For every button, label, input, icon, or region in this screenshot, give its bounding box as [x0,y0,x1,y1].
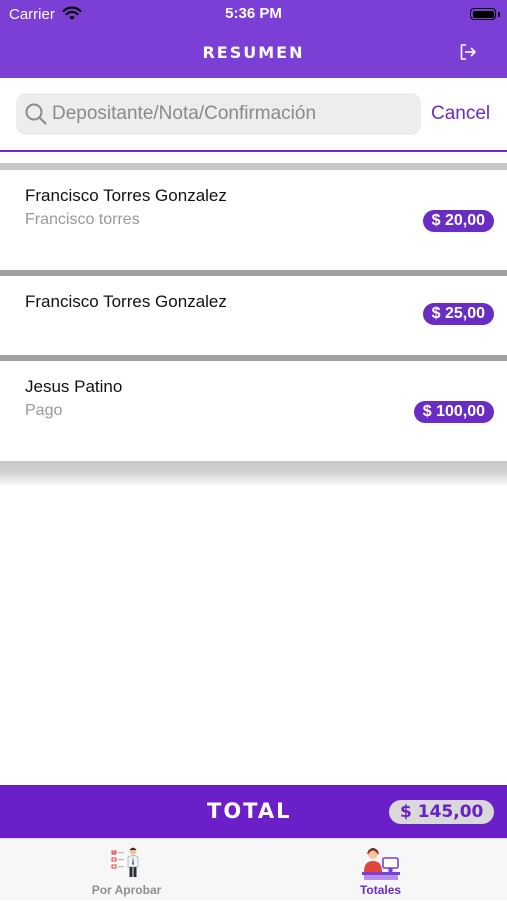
list-end-shadow [0,461,507,487]
logout-icon[interactable] [459,43,477,66]
list-item[interactable]: Francisco Torres Gonzalez Francisco torr… [0,170,507,270]
tab-bar: Por Aprobar Totales [0,838,507,900]
amount-badge: $ 25,00 [422,303,494,325]
battery-icon [470,8,496,20]
cancel-button[interactable]: Cancel [431,103,490,125]
list-item[interactable]: Francisco Torres Gonzalez $ 25,00 [0,276,507,355]
search-box[interactable] [16,93,421,135]
list-item[interactable]: Jesus Patino Pago $ 100,00 [0,361,507,461]
list-divider [0,152,507,170]
status-bar: Carrier 5:36 PM [0,0,507,30]
total-label: TOTAL [207,799,292,823]
deposit-list: Francisco Torres Gonzalez Francisco torr… [0,152,507,487]
tab-label: Totales [359,883,402,897]
depositor-name: Francisco Torres Gonzalez [25,292,227,311]
tab-label: Por Aprobar [91,883,162,897]
search-input[interactable] [52,93,414,135]
search-icon [24,102,48,131]
total-amount-badge: $ 145,00 [389,800,495,824]
page-title: RESUMEN [202,43,305,62]
deposit-note: Pago [25,402,63,419]
tab-por-aprobar[interactable]: Por Aprobar [0,839,253,901]
depositor-name: Jesus Patino [25,377,123,396]
tab-totales[interactable]: Totales [254,839,507,901]
deposit-note: Francisco torres [25,211,140,228]
status-time: 5:36 PM [225,5,282,22]
approver-checklist-icon [110,845,144,882]
battery-nub [498,12,500,17]
total-bar: TOTAL $ 145,00 [0,785,507,838]
depositor-name: Francisco Torres Gonzalez [25,186,227,205]
cashier-totals-icon [361,845,400,884]
amount-badge: $ 100,00 [413,401,494,423]
search-area: Cancel [0,78,507,150]
nav-bar: RESUMEN [0,30,507,78]
amount-badge: $ 20,00 [422,210,494,232]
